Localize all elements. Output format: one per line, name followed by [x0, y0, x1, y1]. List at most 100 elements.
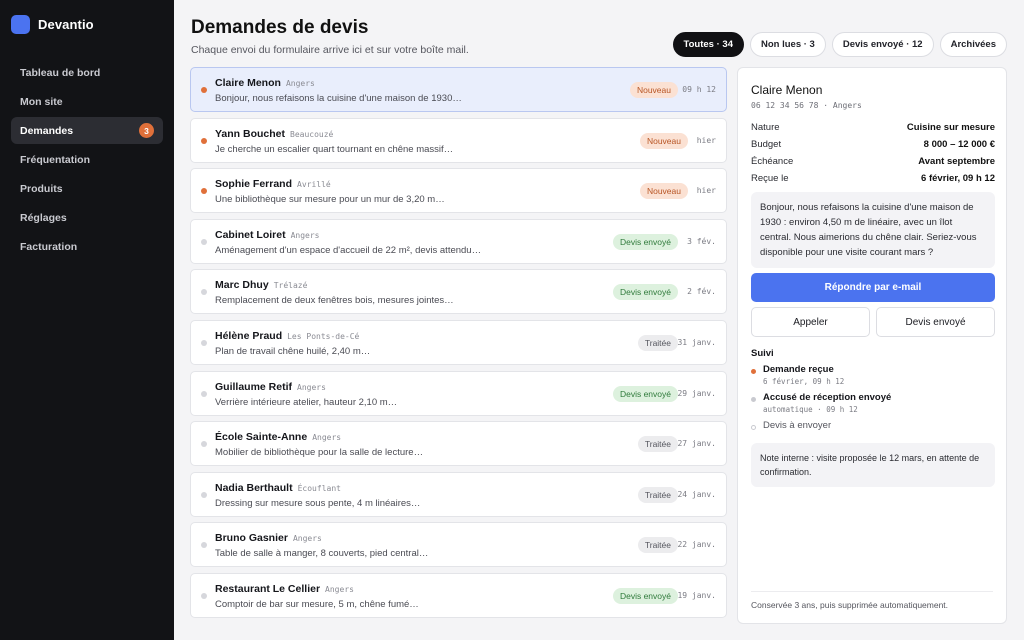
devis-sent-button[interactable]: Devis envoyé: [876, 307, 995, 337]
request-location: Angers: [290, 230, 320, 240]
brand[interactable]: Devantio: [11, 12, 163, 36]
filter-tab[interactable]: Non lues · 3: [749, 32, 826, 57]
request-name: Sophie Ferrand Avrillé: [215, 178, 331, 190]
request-name: Guillaume Retif Angers: [215, 381, 326, 393]
request-time: 19 janv.: [677, 590, 716, 600]
request-preview: Verrière intérieure atelier, hauteur 2,1…: [215, 396, 398, 408]
status-badge: Traitée: [637, 334, 678, 351]
read-dot-icon: [201, 339, 207, 346]
sidebar-item-label: Facturation: [20, 240, 78, 253]
request-location: Angers: [312, 433, 342, 443]
request-row[interactable]: Claire Menon Angers Bonjour, nous refaison…: [190, 67, 727, 112]
read-dot-icon: [201, 441, 207, 448]
timeline-meta: automatique · 09 h 12: [763, 405, 858, 414]
sidebar-item-reglages[interactable]: Réglages: [11, 204, 163, 231]
request-preview: Aménagement d'un espace d'accueil de 22 …: [215, 244, 482, 256]
request-location: Trélazé: [273, 281, 308, 291]
read-dot-icon: [201, 238, 207, 245]
request-preview: Une bibliothèque sur mesure pour un mur …: [215, 194, 445, 206]
sidebar: Devantio Tableau de bord Mon site Demandes…: [0, 0, 174, 640]
reply-email-button[interactable]: Répondre par e-mail: [751, 273, 995, 302]
request-time: 3 fév.: [687, 236, 716, 246]
request-preview: Bonjour, nous refaisons la cuisine d'une…: [215, 93, 462, 104]
request-row[interactable]: Restaurant Le Cellier Angers Comptoir de b…: [190, 572, 727, 618]
status-badge: Nouveau: [639, 183, 688, 200]
suivi-title: Suivi: [751, 348, 774, 359]
timeline-dot-icon: [751, 397, 756, 402]
request-row[interactable]: Hélène Praud Les Ponts-de-Cé Plan de trava…: [190, 319, 727, 365]
filter-tab[interactable]: Toutes · 34: [672, 32, 744, 57]
detail-field: Échéance Avant septembre: [751, 153, 995, 170]
timeline-item: Accusé de réception envoyé automatique · …: [751, 392, 995, 414]
suivi-timeline: Demande reçue 6 février, 09 h 12 Accusé de…: [751, 364, 995, 437]
request-name-text: Claire Menon: [215, 77, 281, 89]
sidebar-item-label: Tableau de bord: [20, 66, 101, 79]
request-row[interactable]: Sophie Ferrand Avrillé Une bibliothèque su…: [190, 168, 727, 214]
request-name-text: Nadia Berthault: [215, 481, 293, 494]
request-row[interactable]: Cabinet Loiret Angers Aménagement d'un esp…: [190, 218, 727, 264]
request-name-text: Bruno Gasnier: [215, 532, 288, 545]
read-dot-icon: [201, 390, 207, 397]
detail-field-value: 6 février, 09 h 12: [921, 173, 995, 184]
request-location: Les Ponts-de-Cé: [287, 331, 360, 341]
timeline-label: Accusé de réception envoyé: [763, 392, 892, 403]
call-button[interactable]: Appeler: [751, 307, 870, 337]
request-row[interactable]: Nadia Berthault Écouflant Dressing sur mes…: [190, 471, 727, 517]
request-preview: Mobilier de bibliothèque pour la salle d…: [215, 447, 424, 459]
detail-field-value: 8 000 – 12 000 €: [923, 139, 995, 150]
footer-divider: [751, 591, 993, 592]
detail-field-key: Échéance: [751, 156, 794, 167]
request-name-text: Marc Dhuy: [215, 279, 269, 292]
sidebar-item-demandes[interactable]: Demandes 3: [11, 117, 163, 144]
sidebar-item-facturation[interactable]: Facturation: [11, 233, 163, 260]
request-preview: Remplacement de deux fenêtres bois, mesu…: [215, 295, 454, 307]
detail-field: Budget 8 000 – 12 000 €: [751, 136, 995, 153]
request-name-text: Guillaume Retif: [215, 380, 293, 393]
request-preview: Je cherche un escalier quart tournant en…: [215, 143, 454, 155]
sidebar-item-tableau-de-bord[interactable]: Tableau de bord: [11, 59, 163, 86]
request-time: 29 janv.: [677, 388, 716, 398]
request-location: Angers: [325, 584, 354, 594]
request-location: Angers: [285, 79, 315, 88]
request-row[interactable]: Marc Dhuy Trélazé Remplacement de deux fen…: [190, 269, 727, 315]
sidebar-item-label: Demandes: [20, 124, 74, 137]
filter-tab[interactable]: Devis envoyé · 12: [831, 32, 934, 57]
filter-tab[interactable]: Archivées: [939, 32, 1007, 57]
unread-dot-icon: [201, 87, 207, 93]
sidebar-item-mon-site[interactable]: Mon site: [11, 88, 163, 115]
internal-note: Note interne : visite proposée le 12 mar…: [751, 443, 995, 487]
request-name: Hélène Praud Les Ponts-de-Cé: [215, 330, 359, 342]
request-name: Yann Bouchet Beaucouzé: [215, 128, 333, 140]
detail-phone-location: 06 12 34 56 78 · Angers: [751, 101, 862, 110]
status-badge: Nouveau: [639, 132, 688, 149]
sidebar-item-label: Mon site: [20, 95, 63, 108]
page-subtitle: Chaque envoi du formulaire arrive ici et…: [191, 44, 469, 56]
detail-field-value: Cuisine sur mesure: [906, 122, 995, 133]
request-preview: Dressing sur mesure sous pente, 4 m liné…: [215, 497, 421, 509]
sidebar-item-frequentation[interactable]: Fréquentation: [11, 146, 163, 173]
unread-dot-icon: [201, 188, 207, 195]
sidebar-item-label: Fréquentation: [20, 153, 90, 166]
status-badge: Devis envoyé: [612, 233, 678, 250]
status-badge: Devis envoyé: [612, 284, 678, 301]
request-name: Claire Menon Angers: [215, 77, 315, 89]
read-dot-icon: [201, 592, 207, 599]
request-name-text: Hélène Praud: [215, 329, 283, 342]
request-row[interactable]: École Sainte-Anne Angers Mobilier de bibli…: [190, 421, 727, 467]
request-location: Avrillé: [297, 180, 331, 190]
retention-footer: Conservée 3 ans, puis supprimée automati…: [751, 600, 949, 610]
request-row[interactable]: Guillaume Retif Angers Verrière intérieure…: [190, 370, 727, 416]
request-name: Restaurant Le Cellier Angers: [215, 583, 354, 595]
read-dot-icon: [201, 542, 207, 549]
detail-fields: Nature Cuisine sur mesure Budget 8 000 – 12…: [751, 119, 995, 187]
request-time: hier: [696, 135, 716, 145]
request-row[interactable]: Bruno Gasnier Angers Table de salle à mang…: [190, 522, 727, 568]
timeline-dot-icon: [751, 369, 756, 374]
sidebar-item-produits[interactable]: Produits: [11, 175, 163, 202]
sidebar-nav: Tableau de bord Mon site Demandes 3 Fréquent…: [11, 59, 163, 260]
request-name-text: Sophie Ferrand: [215, 178, 293, 191]
request-row[interactable]: Yann Bouchet Beaucouzé Je cherche un escal…: [190, 117, 727, 163]
status-badge: Devis envoyé: [612, 385, 678, 402]
detail-field: Nature Cuisine sur mesure: [751, 119, 995, 136]
timeline-label: Demande reçue: [763, 364, 834, 375]
